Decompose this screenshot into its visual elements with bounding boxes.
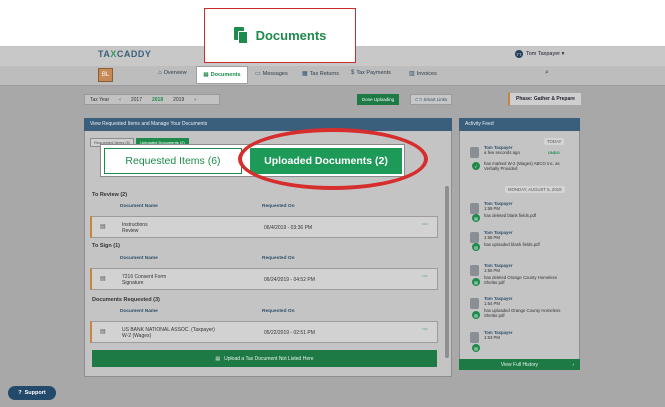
col-requested-on: Requested On: [262, 204, 295, 209]
nav-tax-payments[interactable]: $ Tax Payments: [351, 70, 391, 76]
nav-tax-returns[interactable]: ▦ Tax Returns: [302, 70, 339, 78]
smart-links-button[interactable]: ⊂⊃ Smart Links: [410, 94, 452, 105]
avatar: [470, 332, 479, 343]
highlight-oval: [238, 128, 428, 190]
undo-button[interactable]: UNDO: [548, 150, 560, 155]
documents-icon: [233, 27, 248, 44]
feed-title: Activity Feed: [459, 118, 580, 131]
document-status-icon: ▤: [472, 243, 480, 251]
day-label-monday: MONDAY, AUGUST 5, 2019: [505, 186, 565, 193]
year-2019[interactable]: 2019: [173, 97, 184, 103]
document-icon: ▤: [100, 329, 106, 335]
invoice-icon: ▥: [409, 71, 415, 77]
home-icon: ⌂: [158, 70, 162, 76]
more-options-icon[interactable]: ···: [422, 222, 428, 228]
panel-scrollbar[interactable]: [445, 186, 449, 358]
chevron-right-icon[interactable]: ›: [194, 97, 196, 103]
table-row[interactable]: ▤ US BANK NATIONAL ASSOC. (Taxpayer) W-2…: [90, 321, 438, 343]
more-options-icon[interactable]: ···: [422, 274, 428, 280]
check-icon: ✓: [472, 162, 480, 170]
taxcaddy-logo[interactable]: TAXCADDY: [98, 49, 151, 59]
document-icon: ▤: [100, 224, 106, 230]
section-to-review: To Review (2): [92, 192, 128, 198]
link-icon: ⊂⊃: [414, 96, 423, 102]
dollar-icon: $: [351, 70, 355, 76]
avatar: [470, 298, 479, 309]
documents-icon: ▤: [203, 72, 209, 78]
avatar: [470, 265, 479, 276]
feed-item: Tom Taxpayer a few seconds ago ✓ has mark…: [470, 145, 576, 179]
tax-return-icon: ▦: [302, 71, 308, 77]
document-status-icon: ▤: [472, 278, 480, 286]
feed-item: Tom Taxpayer 1:54 PM ▤ has uploaded Orang…: [470, 296, 576, 326]
feed-item: Tom Taxpayer 1:58 PM ▤ has uploaded blank…: [470, 230, 576, 255]
feed-item: Tom Taxpayer 1:59 PM ▤ has deleted blank …: [470, 201, 576, 226]
tab-requested-items[interactable]: Requested Items (6): [104, 148, 242, 174]
feed-item: Tom Taxpayer 1:53 PM ▤: [470, 330, 576, 355]
document-status-icon: ▤: [472, 214, 480, 222]
avatar: [470, 203, 479, 214]
user-menu[interactable]: TT Tom Taxpayer ▾: [515, 50, 564, 58]
section-documents-requested: Documents Requested (3): [92, 297, 160, 303]
document-status-icon: ▤: [472, 311, 480, 319]
year-2017[interactable]: 2017: [131, 97, 142, 103]
table-row[interactable]: ▤ Instructions Review 06/4/2019 - 03:36 …: [90, 216, 438, 238]
chevron-left-icon[interactable]: ‹: [119, 97, 121, 103]
document-icon: ▤: [100, 276, 106, 282]
col-document-name: Document Name: [120, 204, 158, 209]
avatar: [470, 232, 479, 243]
done-uploading-button[interactable]: Done Uploading: [357, 94, 399, 105]
chevron-right-icon: ›: [572, 361, 574, 368]
tax-year-selector[interactable]: Tax Year ‹ 2017 2018 2019 ›: [84, 94, 220, 105]
feed-item: Tom Taxpayer 1:55 PM ▤ has deleted Orange…: [470, 263, 576, 293]
section-to-sign: To Sign (1): [92, 243, 121, 249]
more-options-icon[interactable]: ···: [422, 327, 428, 333]
year-2018[interactable]: 2018: [152, 97, 163, 103]
upload-document-button[interactable]: ▤ Upload a Tax Document Not Listed Here: [92, 350, 437, 367]
table-row[interactable]: ▤ 7216 Consent Form Signature 06/24/2019…: [90, 268, 438, 290]
panel-title: View Requested Items and Manage Your Doc…: [84, 118, 452, 131]
nav-invoices[interactable]: ▥ Invoices: [409, 70, 437, 78]
nav-messages[interactable]: ▭ Messages: [255, 70, 288, 78]
view-full-history-button[interactable]: View Full History ›: [459, 359, 580, 370]
documents-callout: Documents: [204, 8, 356, 63]
search-icon[interactable]: ⌕: [545, 69, 549, 77]
document-status-icon: ▤: [472, 344, 480, 352]
upload-icon: ▤: [215, 355, 221, 362]
message-icon: ▭: [255, 71, 261, 77]
nav-documents[interactable]: ▤ Documents: [196, 66, 248, 84]
support-button[interactable]: ? Support: [8, 386, 56, 400]
avatar: [470, 147, 479, 158]
avatar: TT: [515, 50, 523, 58]
day-label-today: TODAY: [544, 138, 565, 145]
phase-badge: Phase: Gather & Prepare: [508, 92, 582, 106]
firm-logo: BL: [98, 68, 113, 82]
user-name: Tom Taxpayer ▾: [526, 51, 565, 57]
help-icon: ?: [18, 390, 22, 396]
nav-overview[interactable]: ⌂ Overview: [158, 70, 187, 76]
